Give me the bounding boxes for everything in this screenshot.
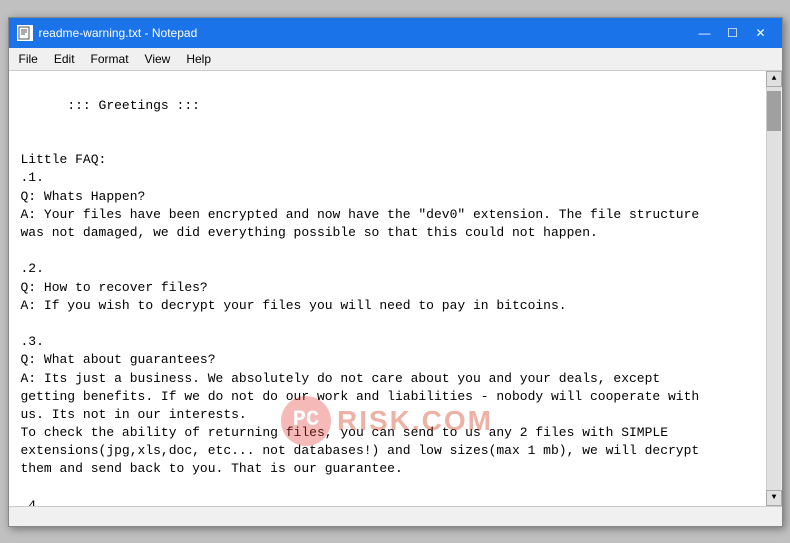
title-bar-left: readme-warning.txt - Notepad xyxy=(17,25,198,41)
menu-help[interactable]: Help xyxy=(180,50,217,68)
close-button[interactable]: ✕ xyxy=(748,22,774,44)
menu-view[interactable]: View xyxy=(139,50,177,68)
title-bar-controls: — ☐ ✕ xyxy=(692,22,774,44)
menu-format[interactable]: Format xyxy=(85,50,135,68)
menu-file[interactable]: File xyxy=(13,50,44,68)
content-area: ::: Greetings ::: Little FAQ: .1. Q: Wha… xyxy=(9,71,782,506)
text-editor[interactable]: ::: Greetings ::: Little FAQ: .1. Q: Wha… xyxy=(9,71,766,506)
notepad-icon xyxy=(17,25,33,41)
minimize-button[interactable]: — xyxy=(692,22,718,44)
menu-bar: File Edit Format View Help xyxy=(9,48,782,71)
document-text: ::: Greetings ::: Little FAQ: .1. Q: Wha… xyxy=(21,98,700,506)
maximize-button[interactable]: ☐ xyxy=(720,22,746,44)
scroll-down-arrow[interactable]: ▼ xyxy=(766,490,782,506)
status-bar xyxy=(9,506,782,526)
title-bar: readme-warning.txt - Notepad — ☐ ✕ xyxy=(9,18,782,48)
vertical-scrollbar[interactable]: ▲ ▼ xyxy=(766,71,782,506)
scroll-track[interactable] xyxy=(767,87,781,490)
menu-edit[interactable]: Edit xyxy=(48,50,81,68)
notepad-window: readme-warning.txt - Notepad — ☐ ✕ File … xyxy=(8,17,783,527)
scroll-up-arrow[interactable]: ▲ xyxy=(766,71,782,87)
window-title: readme-warning.txt - Notepad xyxy=(39,26,198,40)
scroll-thumb[interactable] xyxy=(767,91,781,131)
